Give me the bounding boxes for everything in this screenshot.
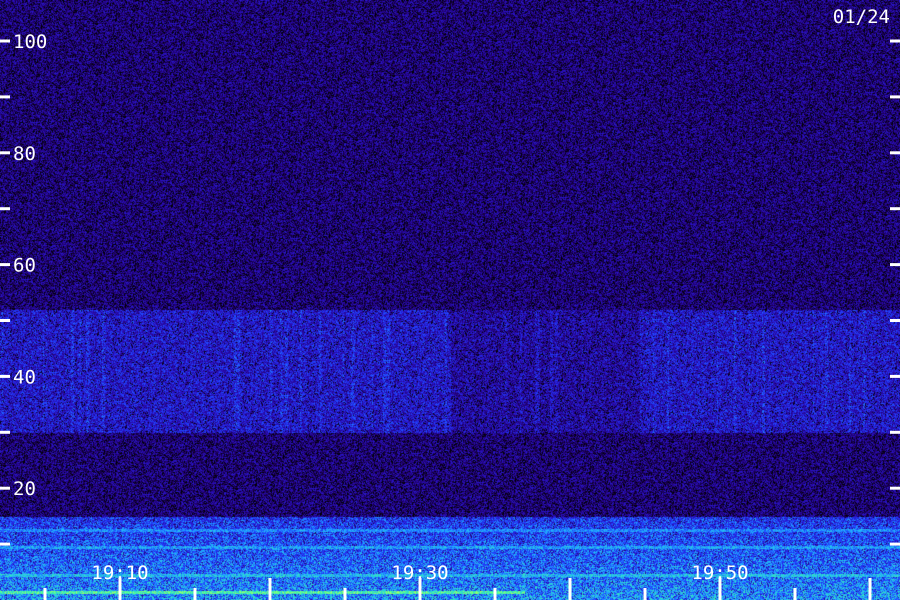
y-axis: 20 40 60 80 100	[0, 31, 900, 546]
y-tick-label: 40	[13, 366, 36, 388]
axes-overlay: 20 40 60 80 100 19:10 19:30 19:50 01/24	[0, 6, 900, 600]
x-tick-label: 19:10	[91, 562, 148, 584]
x-tick-label: 19:30	[391, 562, 448, 584]
y-tick-label: 60	[13, 255, 36, 277]
date-label: 01/24	[833, 6, 890, 28]
x-tick-label: 19:50	[691, 562, 748, 584]
y-tick-label: 100	[13, 31, 47, 53]
x-axis: 19:10 19:30 19:50	[43, 562, 872, 600]
y-tick-label: 20	[13, 478, 36, 500]
y-tick-label: 80	[13, 143, 36, 165]
